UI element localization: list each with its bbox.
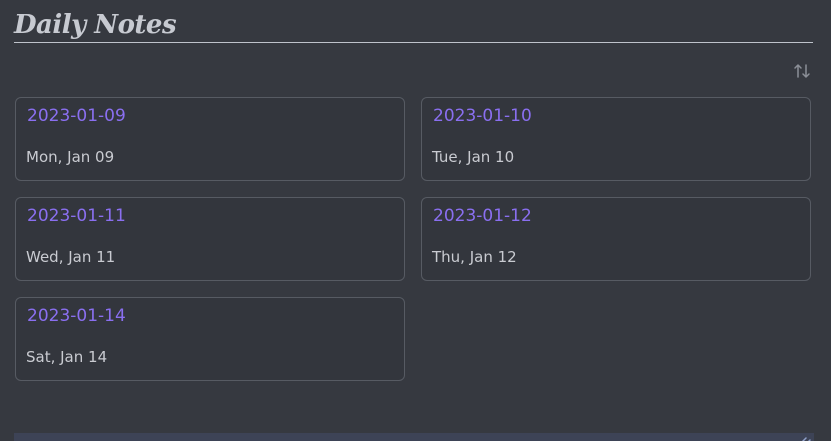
sort-arrows-icon[interactable] bbox=[792, 61, 812, 81]
note-date-label: Thu, Jan 12 bbox=[432, 248, 517, 266]
bottom-panel-edge bbox=[14, 433, 814, 441]
note-title-link[interactable]: 2023-01-11 bbox=[27, 205, 126, 227]
note-date-label: Tue, Jan 10 bbox=[432, 148, 515, 166]
note-date-label: Mon, Jan 09 bbox=[26, 148, 115, 166]
note-card[interactable]: 2023-01-14 Sat, Jan 14 bbox=[15, 297, 405, 381]
title-divider bbox=[14, 42, 813, 43]
note-title-link[interactable]: 2023-01-14 bbox=[27, 305, 126, 327]
note-card[interactable]: 2023-01-10 Tue, Jan 10 bbox=[421, 97, 811, 181]
note-card[interactable]: 2023-01-09 Mon, Jan 09 bbox=[15, 97, 405, 181]
note-date-label: Sat, Jan 14 bbox=[26, 348, 108, 366]
note-date-label: Wed, Jan 11 bbox=[26, 248, 116, 266]
resize-handle-icon[interactable] bbox=[794, 431, 812, 441]
note-title-link[interactable]: 2023-01-10 bbox=[433, 105, 532, 127]
note-title-link[interactable]: 2023-01-12 bbox=[433, 205, 532, 227]
note-title-link[interactable]: 2023-01-09 bbox=[27, 105, 126, 127]
page-title: Daily Notes bbox=[14, 10, 177, 40]
note-card[interactable]: 2023-01-12 Thu, Jan 12 bbox=[421, 197, 811, 281]
note-card[interactable]: 2023-01-11 Wed, Jan 11 bbox=[15, 197, 405, 281]
